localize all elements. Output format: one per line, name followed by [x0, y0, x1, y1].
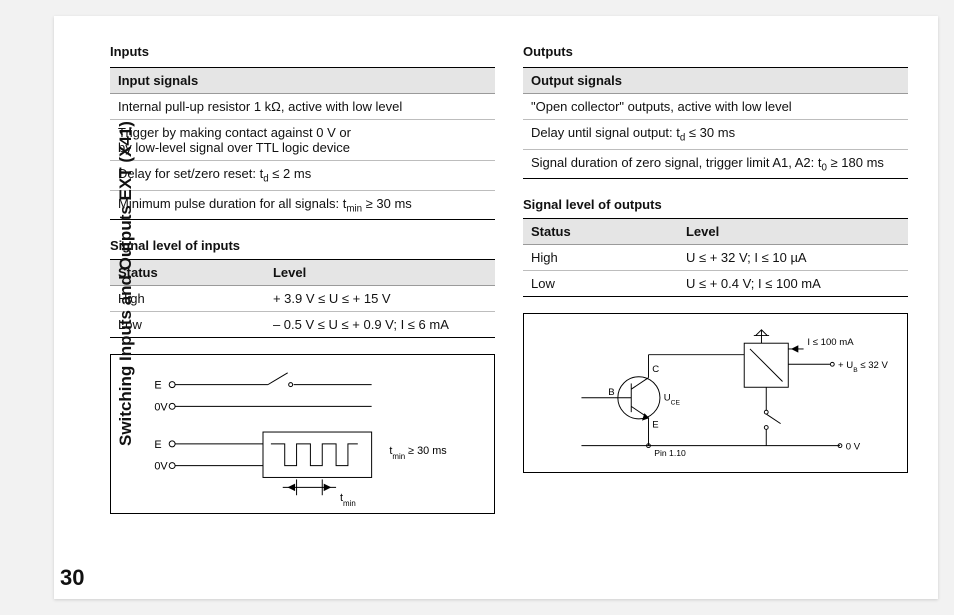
table-row: "Open collector" outputs, active with lo… — [523, 94, 908, 120]
svg-text:C: C — [652, 364, 659, 375]
svg-text:B: B — [608, 387, 614, 398]
col-outputs: Outputs Output signals "Open collector" … — [523, 44, 908, 514]
page-number: 30 — [60, 565, 84, 591]
col-level: Level — [273, 265, 487, 280]
table-row: Internal pull-up resistor 1 kΩ, active w… — [110, 94, 495, 120]
label-0v: 0 V — [846, 442, 861, 453]
svg-text:E: E — [154, 439, 161, 451]
table-row: Delay until signal output: td ≤ 30 ms — [523, 120, 908, 150]
outputs-heading: Outputs — [523, 44, 908, 59]
table-header: Status Level — [523, 219, 908, 245]
label-tmin-ge: tmin ≥ 30 ms — [389, 445, 447, 461]
inputs-heading: Inputs — [110, 44, 495, 59]
table-row: Low U ≤ + 0.4 V; I ≤ 100 mA — [523, 271, 908, 296]
col-level: Level — [686, 224, 900, 239]
col-status: Status — [531, 224, 686, 239]
label-I: I ≤ 100 mA — [807, 337, 854, 348]
svg-text:0V: 0V — [154, 461, 168, 473]
table-row: High + 3.9 V ≤ U ≤ + 15 V — [110, 286, 495, 312]
label-pin: Pin 1.10 — [654, 448, 686, 458]
table-row: Low – 0.5 V ≤ U ≤ + 0.9 V; I ≤ 6 mA — [110, 312, 495, 337]
col-status: Status — [118, 265, 273, 280]
col-inputs: Inputs Input signals Internal pull-up re… — [110, 44, 495, 514]
label-UB: + UB ≤ 32 V — [838, 360, 888, 374]
output-signals-table: Output signals "Open collector" outputs,… — [523, 67, 908, 179]
table-row: Trigger by making contact against 0 V or… — [110, 120, 495, 161]
table-row: Signal duration of zero signal, trigger … — [523, 150, 908, 179]
table-row: High U ≤ + 32 V; I ≤ 10 µA — [523, 245, 908, 271]
table-row: Minimum pulse duration for all signals: … — [110, 191, 495, 220]
signal-level-outputs-table: Status Level High U ≤ + 32 V; I ≤ 10 µA … — [523, 218, 908, 297]
output-diagram: B C E UCE I ≤ 100 mA + UB ≤ 32 V Pin 1.1… — [523, 313, 908, 473]
table-row: Delay for set/zero reset: td ≤ 2 ms — [110, 161, 495, 191]
label-E: E — [154, 380, 161, 392]
table-header: Status Level — [110, 260, 495, 286]
svg-text:UCE: UCE — [664, 393, 681, 407]
output-signals-header: Output signals — [523, 68, 908, 94]
input-diagram: E 0V E 0V — [110, 354, 495, 514]
signal-level-inputs-heading: Signal level of inputs — [110, 238, 495, 253]
signal-level-outputs-heading: Signal level of outputs — [523, 197, 908, 212]
sidebar-title: Switching Inputs and Outputs EXT (X41) — [116, 121, 136, 446]
label-0V: 0V — [154, 401, 168, 413]
input-signals-table: Input signals Internal pull-up resistor … — [110, 67, 495, 220]
svg-text:E: E — [652, 420, 658, 431]
input-signals-header: Input signals — [110, 68, 495, 94]
signal-level-inputs-table: Status Level High + 3.9 V ≤ U ≤ + 15 V L… — [110, 259, 495, 338]
label-tmin: tmin — [340, 492, 356, 508]
